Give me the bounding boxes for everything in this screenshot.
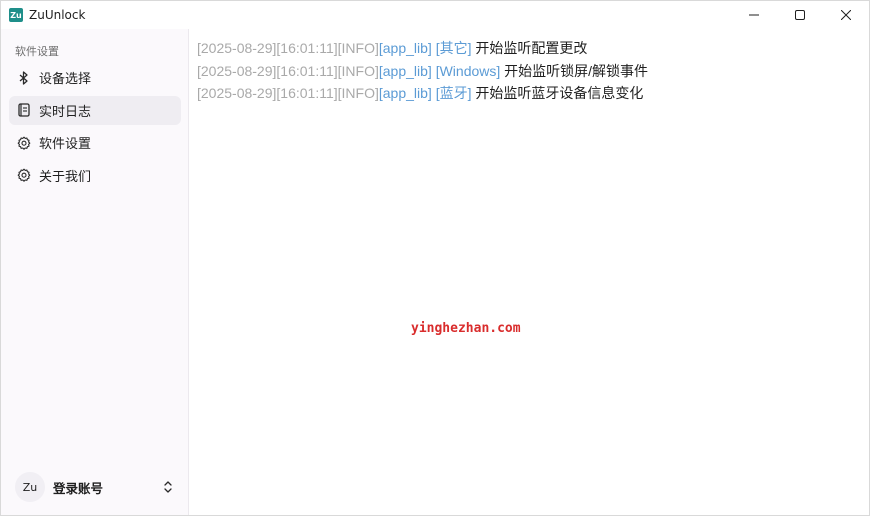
log-source: [app_lib] [378,40,432,56]
log-level: [INFO] [337,40,379,56]
sidebar: 软件设置 设备选择 实时日志 软件设置 关于我们 Zu 登录账号 [1,29,189,515]
log-timestamp: [2025-08-29][16:01:11] [197,40,338,56]
sidebar-item-label: 软件设置 [39,137,92,152]
log-source: [app_lib] [378,62,432,79]
log-timestamp: [2025-08-29][16:01:11] [197,85,338,101]
log-level: [INFO] [337,85,379,101]
log-line: [2025-08-29][16:01:11][INFO][app_lib] [蓝… [197,82,648,105]
maximize-button[interactable] [777,1,823,29]
app-logo-icon: Zu [9,8,23,22]
log-message: 开始监听锁屏/解锁事件 [504,62,649,79]
sidebar-item-label: 设备选择 [39,72,92,87]
sidebar-item-software-settings[interactable]: 软件设置 [9,128,181,157]
minimize-icon [749,14,759,16]
sidebar-item-device-select[interactable]: 设备选择 [9,63,181,92]
bluetooth-icon [17,70,31,85]
sidebar-item-label: 实时日志 [39,104,92,120]
log-line: [2025-08-29][16:01:11][INFO][app_lib] [W… [197,60,648,83]
close-icon [841,10,851,20]
window-controls [731,1,869,29]
sidebar-item-about-us[interactable]: 关于我们 [9,161,181,190]
log-tag: [蓝牙] [435,85,472,101]
log-book-icon [17,103,31,117]
close-button[interactable] [823,1,869,29]
app-window: Zu ZuUnlock 软件设置 设备选择 实时日志 软件设置 关于我们 Zu … [0,0,870,516]
avatar: Zu [15,472,45,502]
sidebar-nav: 设备选择 实时日志 软件设置 关于我们 [9,63,181,193]
gear-icon [17,168,31,182]
minimize-button[interactable] [731,1,777,29]
log-message: 开始监听配置更改 [475,40,588,56]
log-tag: [其它] [435,40,472,56]
account-menu[interactable]: Zu 登录账号 [9,467,181,507]
watermark-text: yinghezhan.com [411,321,521,336]
sidebar-item-label: 关于我们 [39,169,92,185]
window-title: ZuUnlock [29,8,86,22]
log-timestamp: [2025-08-29][16:01:11] [197,62,338,79]
account-label: 登录账号 [53,480,104,496]
log-source: [app_lib] [378,85,432,101]
title-bar[interactable]: Zu ZuUnlock [1,1,869,29]
log-message: 开始监听蓝牙设备信息变化 [475,85,644,101]
log-panel: [2025-08-29][16:01:11][INFO][app_lib] [其… [190,29,869,515]
maximize-icon [795,10,805,20]
log-line: [2025-08-29][16:01:11][INFO][app_lib] [其… [197,37,648,60]
gear-icon [17,136,31,150]
sidebar-section-label: 软件设置 [15,45,59,58]
log-list: [2025-08-29][16:01:11][INFO][app_lib] [其… [197,37,648,105]
sidebar-item-realtime-log[interactable]: 实时日志 [9,95,181,125]
log-tag: [Windows] [435,62,501,79]
log-level: [INFO] [337,62,379,79]
chevron-up-down-icon [163,479,173,498]
